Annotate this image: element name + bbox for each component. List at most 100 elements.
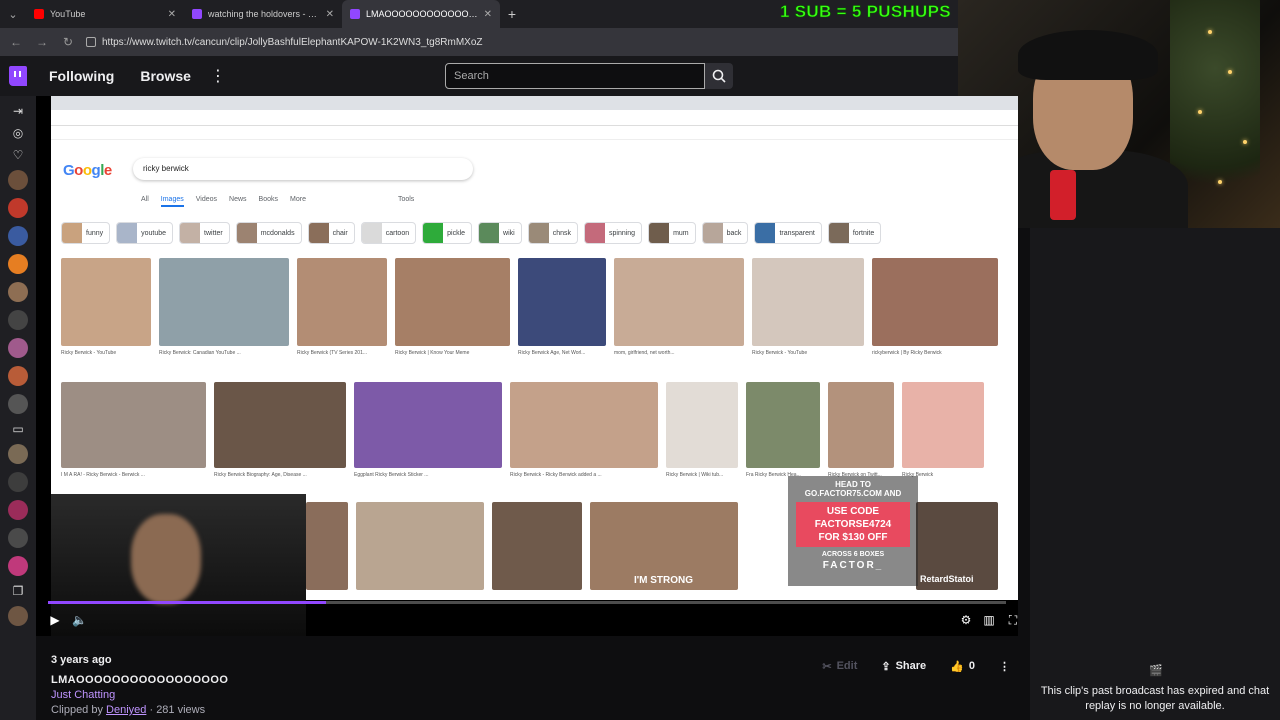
image-result: I M A RA! - Ricky Berwick - Berwick ...	[61, 382, 206, 478]
more-menu-icon[interactable]: ⋮	[204, 66, 232, 86]
image-result: Ricky Berwick - YouTube	[752, 258, 864, 356]
youtube-icon	[34, 9, 44, 19]
theatre-mode-icon[interactable]: ▥	[982, 613, 996, 627]
chip: mcdonalds	[235, 222, 302, 244]
clip-age: 3 years ago	[51, 654, 112, 666]
chip: twitter	[179, 222, 230, 244]
heart-icon[interactable]: ♡	[11, 148, 25, 162]
forward-arrow-icon[interactable]: →	[34, 35, 50, 49]
image-result: Fra Ricky Berwick Hea...	[746, 382, 820, 478]
channel-avatar[interactable]	[8, 528, 28, 548]
expand-sidebar-icon[interactable]: ⇥	[11, 104, 25, 118]
like-button[interactable]: 👍 0	[942, 655, 983, 677]
chip: spinning	[584, 222, 643, 244]
play-icon[interactable]: ▶	[48, 613, 62, 627]
channel-avatar[interactable]	[8, 394, 28, 414]
channel-avatar[interactable]	[8, 338, 28, 358]
chip: pickle	[422, 222, 473, 244]
image-result: mom, girlfriend, net worth...	[614, 258, 744, 356]
image-result: I'M STRONG	[590, 502, 738, 590]
category-link[interactable]: Just Chatting	[51, 689, 115, 701]
google-chips: funny youtube twitter mcdonalds chair ca…	[61, 222, 882, 244]
close-icon[interactable]: ✕	[326, 9, 334, 20]
google-tab: More	[290, 196, 306, 203]
video-icon[interactable]: ▭	[11, 422, 25, 436]
followed-channels-sidebar: ⇥ ◎ ♡ ▭ ❐	[0, 96, 36, 720]
fullscreen-icon[interactable]: ⛶	[1006, 613, 1018, 627]
reload-icon[interactable]: ↻	[60, 35, 76, 49]
tab-label: LMAOOOOOOOOOOOOOOOOO	[366, 9, 478, 19]
clipper-link[interactable]: Deniyed	[106, 704, 146, 716]
channel-avatar[interactable]	[8, 556, 28, 576]
search-bar: Search	[445, 63, 733, 89]
back-arrow-icon[interactable]: ←	[8, 35, 24, 49]
close-icon[interactable]: ✕	[484, 9, 492, 20]
image-result: Ricky Berwick | Wiki tub...	[666, 382, 738, 478]
browse-link[interactable]: Browse	[127, 68, 204, 84]
more-options-icon[interactable]: ⋮	[991, 655, 1018, 677]
thumbs-up-icon: 👍	[950, 660, 964, 673]
search-icon	[712, 69, 726, 83]
google-result-tabs: All Images Videos News Books More Tools	[141, 196, 414, 207]
twitch-icon	[192, 9, 202, 19]
chat-panel: 🎬 This clip's past broadcast has expired…	[1030, 228, 1280, 720]
progress-bar[interactable]	[48, 601, 1006, 604]
channel-avatar[interactable]	[8, 198, 28, 218]
clip-title: LMAOOOOOOOOOOOOOOOOO	[51, 674, 229, 686]
scissors-icon: ✂	[822, 660, 832, 673]
chip: chair	[307, 222, 355, 244]
chip: cartoon	[360, 222, 417, 244]
tab-label: watching the holdovers - Twitch	[208, 9, 320, 19]
image-result: Ricky Berwick: Canadian YouTube ...	[159, 258, 289, 356]
chip: transparent	[754, 222, 822, 244]
channel-avatar[interactable]	[8, 366, 28, 386]
tab-search-chevron-icon[interactable]: ⌄	[0, 0, 26, 28]
channel-avatar[interactable]	[8, 500, 28, 520]
channel-avatar[interactable]	[8, 444, 28, 464]
recommended-icon[interactable]: ◎	[11, 126, 25, 140]
red-cup	[1050, 170, 1076, 220]
chip: fortnite	[827, 222, 882, 244]
google-tab: Books	[258, 196, 279, 203]
sponsor-ad-overlay: HEAD TO GO.FACTOR75.COM AND USE CODE FAC…	[788, 476, 918, 586]
channel-avatar[interactable]	[8, 606, 28, 626]
image-result: Ricky Berwick Biography: Age, Disease ..…	[214, 382, 346, 478]
edit-button[interactable]: ✂ Edit	[814, 655, 865, 677]
image-row: Ricky Berwick - YouTube Ricky Berwick: C…	[61, 258, 998, 356]
channel-avatar[interactable]	[8, 472, 28, 492]
search-input[interactable]: Search	[445, 63, 705, 89]
share-button[interactable]: ⇪ Share	[873, 655, 934, 677]
volume-icon[interactable]: 🔈	[72, 613, 87, 627]
search-button[interactable]	[705, 63, 733, 89]
image-result: Eggplant Ricky Berwick Sticker ...	[354, 382, 502, 478]
url-field[interactable]: https://www.twitch.tv/cancun/clip/JollyB…	[86, 37, 958, 48]
channel-avatar[interactable]	[8, 226, 28, 246]
clipped-by: Clipped by Deniyed · 281 views	[51, 704, 206, 716]
following-link[interactable]: Following	[36, 68, 127, 84]
chip: mum	[648, 222, 696, 244]
clip-info: 3 years ago LMAOOOOOOOOOOOOOOOOO Just Ch…	[36, 636, 1030, 720]
image-result: Ricky Berwick	[902, 382, 984, 478]
captured-browser-tabs	[51, 96, 1018, 110]
collections-icon[interactable]: ❐	[11, 584, 25, 598]
google-tab: Images	[160, 196, 184, 207]
browser-tab-clip[interactable]: LMAOOOOOOOOOOOOOOOOO ✕	[342, 0, 500, 28]
google-tab: All	[141, 196, 149, 203]
browser-tab-youtube[interactable]: YouTube ✕	[26, 0, 184, 28]
google-tab: News	[229, 196, 247, 203]
new-tab-plus-icon[interactable]: +	[500, 6, 524, 22]
channel-avatar[interactable]	[8, 282, 28, 302]
channel-avatar[interactable]	[8, 170, 28, 190]
image-result: RetardStatoi	[916, 502, 998, 590]
channel-avatar[interactable]	[8, 254, 28, 274]
close-icon[interactable]: ✕	[168, 9, 176, 20]
site-info-icon[interactable]	[86, 37, 96, 47]
chip: youtube	[116, 222, 174, 244]
twitch-logo-icon[interactable]	[0, 56, 36, 96]
clip-player[interactable]: Google ricky berwick All Images Videos N…	[36, 96, 1018, 636]
channel-avatar[interactable]	[8, 310, 28, 330]
settings-gear-icon[interactable]: ⚙	[959, 613, 973, 627]
chip: funny	[61, 222, 111, 244]
image-result: rickyberwick | By Ricky Berwick	[872, 258, 998, 356]
browser-tab-twitch-holdovers[interactable]: watching the holdovers - Twitch ✕	[184, 0, 342, 28]
